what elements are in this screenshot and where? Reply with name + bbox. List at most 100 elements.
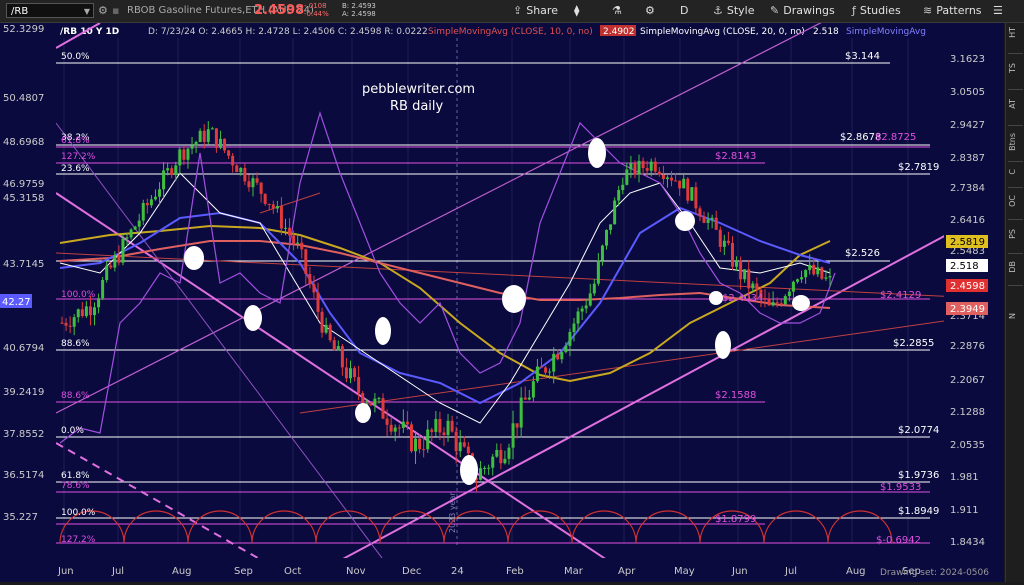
- trend-line-red-2: [299, 312, 1001, 414]
- bottom-axis-tick: Mar: [564, 566, 584, 577]
- level-label: $2.1588: [715, 390, 756, 401]
- candle-body: [483, 467, 487, 469]
- candle-body: [101, 279, 105, 299]
- candle-body: [292, 235, 296, 244]
- sidebar-tab-ps[interactable]: PS: [1008, 229, 1023, 239]
- symbol-selector[interactable]: /RB ▼: [6, 3, 94, 18]
- period-button[interactable]: D: [680, 4, 688, 17]
- candle-body: [458, 442, 462, 452]
- candle-body: [747, 269, 751, 289]
- candle-body: [678, 180, 682, 189]
- studies-icon: ƒ: [852, 4, 856, 17]
- bottom-axis-tick: Jun: [57, 566, 74, 577]
- sidebar-tab-at[interactable]: AT: [1008, 99, 1023, 109]
- candle-body: [735, 260, 739, 267]
- channel-line-down-2: [55, 122, 401, 583]
- chart-ohlc: D: 7/23/24 O: 2.4665 H: 2.4728 L: 2.4506…: [148, 27, 428, 37]
- candle-body: [430, 429, 434, 432]
- sidebar-tab-ts[interactable]: TS: [1008, 63, 1023, 73]
- right-axis-tick: 3.0505: [950, 87, 985, 98]
- gear-icon[interactable]: ⚙: [98, 4, 108, 17]
- patterns-button[interactable]: ≋ Patterns: [923, 4, 982, 17]
- candle-body: [84, 306, 88, 317]
- level-label: $1.8799: [715, 514, 756, 525]
- candle-body: [466, 446, 470, 454]
- left-axis-tick: 36.5174: [3, 470, 44, 481]
- fib-label: 78.6%: [61, 481, 90, 491]
- style-button[interactable]: ⚓ Style: [713, 4, 755, 17]
- candle-body: [162, 170, 166, 190]
- bottom-axis-tick: Jun: [731, 566, 748, 577]
- link-icon[interactable]: ▪: [112, 4, 119, 17]
- sidebar-tab-oc[interactable]: OC: [1008, 195, 1023, 207]
- candle-body: [791, 281, 795, 292]
- candle-body: [576, 311, 580, 324]
- candle-body: [552, 353, 556, 372]
- left-axis-tick: 39.2419: [3, 387, 44, 398]
- candle-body: [718, 229, 722, 247]
- candle-body: [544, 367, 548, 373]
- left-axis-tick: 52.3299: [3, 24, 44, 35]
- flask-icon[interactable]: ⚗: [612, 4, 622, 17]
- candle-body: [300, 242, 304, 250]
- candle-body: [288, 227, 292, 236]
- svg-text:2.5819: 2.5819: [950, 237, 985, 248]
- fib-label: 100.0%: [61, 290, 96, 300]
- candle-body: [158, 189, 162, 197]
- candle-body: [808, 264, 812, 271]
- symbol-text: /RB: [11, 6, 29, 17]
- menu-icon[interactable]: ☰: [993, 4, 1003, 17]
- candle-body: [804, 270, 808, 278]
- candle-body: [812, 264, 816, 275]
- sma10-label: SimpleMovingAvg (CLOSE, 10, 0, no): [428, 27, 593, 37]
- candle-body: [202, 130, 206, 142]
- price-chart[interactable]: /RB 10 Y 1D D: 7/23/24 O: 2.4665 H: 2.47…: [0, 12, 1004, 583]
- level-label: $2.526: [845, 248, 880, 259]
- level-label: $2.4129: [880, 290, 921, 301]
- chart-canvas[interactable]: /RB 10 Y 1D D: 7/23/24 O: 2.4665 H: 2.47…: [0, 12, 1004, 583]
- candle-body: [235, 165, 239, 173]
- sidebar-tab-ht[interactable]: HT: [1008, 27, 1023, 38]
- level-label: $2.4034: [722, 293, 763, 304]
- candle-body: [182, 149, 186, 160]
- candle-body: [247, 181, 251, 188]
- right-axis-tick: 2.2067: [950, 375, 985, 386]
- candle-body: [645, 168, 649, 171]
- share-button[interactable]: ⇪ Share: [513, 4, 558, 17]
- candle-body: [739, 260, 743, 280]
- candle-body: [665, 177, 669, 180]
- watermark-line1: pebblewriter.com: [362, 82, 475, 97]
- sidebar-tab-c[interactable]: C: [1008, 169, 1023, 175]
- candle-body: [137, 220, 141, 227]
- candle-body: [263, 193, 267, 204]
- candle-body: [113, 255, 117, 268]
- candle-body: [661, 174, 665, 180]
- candle-body: [556, 353, 560, 360]
- candle-body: [377, 398, 381, 400]
- drawings-button[interactable]: ✎ Drawings: [770, 4, 835, 17]
- bottom-axis-tick: Apr: [618, 566, 636, 577]
- right-axis-tick: 2.0535: [950, 440, 985, 451]
- level-label: $2.8725: [875, 132, 916, 143]
- settings-icon[interactable]: ⚙: [645, 4, 655, 17]
- studies-button[interactable]: ƒ Studies: [852, 4, 901, 17]
- left-axis-tick: 37.8552: [3, 429, 44, 440]
- candle-body: [726, 240, 730, 243]
- left-axis-tick: 48.6968: [3, 137, 44, 148]
- fib-label: 61.8%: [61, 471, 90, 481]
- sidebar-tab-n[interactable]: N: [1008, 313, 1023, 319]
- candle-body: [479, 468, 483, 480]
- candle-body: [653, 161, 657, 172]
- right-axis-tick: 2.7384: [950, 183, 985, 194]
- sidebar-tab-btns[interactable]: Btns: [1008, 133, 1023, 151]
- candle-body: [657, 171, 661, 175]
- candle-body: [149, 199, 153, 206]
- candle-body: [76, 309, 80, 318]
- candle-body: [349, 368, 353, 379]
- bell-icon[interactable]: ⧫: [574, 4, 579, 17]
- candle-body: [507, 447, 511, 459]
- candle-body: [214, 128, 218, 148]
- sidebar-tab-db[interactable]: DB: [1008, 261, 1023, 273]
- drawing-set-label: Drawing set: 2024-0506: [880, 568, 989, 578]
- level-label: $2.0774: [898, 425, 939, 436]
